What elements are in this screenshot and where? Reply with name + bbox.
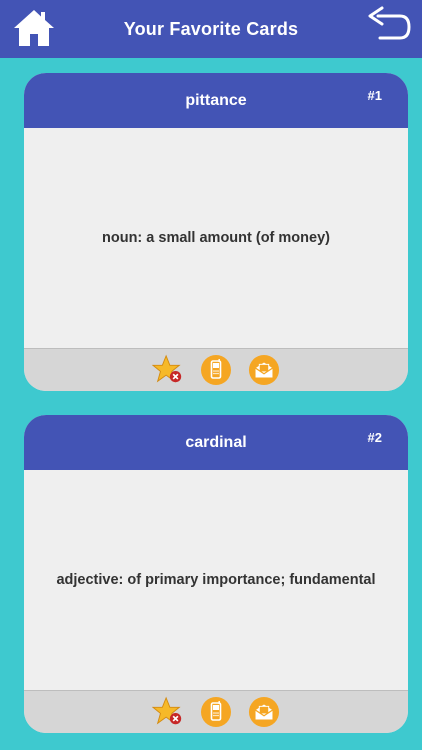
unfavorite-button[interactable] — [152, 354, 184, 386]
card-word: cardinal — [185, 433, 247, 451]
unfavorite-button[interactable] — [152, 696, 184, 728]
card-header: pittance #1 — [24, 73, 408, 128]
email-share-button[interactable] — [248, 354, 280, 386]
flash-card: pittance #1 noun: a small amount (of mon… — [24, 73, 408, 391]
card-word: pittance — [185, 91, 247, 109]
back-arrow-icon — [368, 6, 411, 40]
card-definition: adjective: of primary importance; fundam… — [56, 572, 376, 588]
phone-icon — [201, 697, 231, 727]
phone-share-button[interactable] — [200, 696, 232, 728]
page-title: Your Favorite Cards — [123, 18, 299, 39]
email-icon — [248, 354, 280, 386]
back-button[interactable] — [366, 6, 412, 46]
card-number: #1 — [367, 88, 382, 103]
home-icon — [14, 10, 54, 46]
card-body[interactable]: noun: a small amount (of money) — [24, 128, 408, 348]
card-number: #2 — [367, 430, 382, 445]
card-action-bar — [24, 348, 408, 391]
phone-share-button[interactable] — [200, 354, 232, 386]
card-body[interactable]: adjective: of primary importance; fundam… — [24, 470, 408, 690]
top-bar: Your Favorite Cards — [0, 0, 422, 58]
phone-icon — [201, 355, 231, 385]
email-share-button[interactable] — [248, 696, 280, 728]
home-button[interactable] — [12, 6, 56, 50]
unfavorite-star-icon — [152, 354, 182, 383]
card-definition: noun: a small amount (of money) — [102, 230, 330, 246]
card-header: cardinal #2 — [24, 415, 408, 470]
card-action-bar — [24, 690, 408, 733]
email-icon — [248, 696, 280, 728]
unfavorite-star-icon — [152, 696, 182, 725]
flash-card: cardinal #2 adjective: of primary import… — [24, 415, 408, 733]
